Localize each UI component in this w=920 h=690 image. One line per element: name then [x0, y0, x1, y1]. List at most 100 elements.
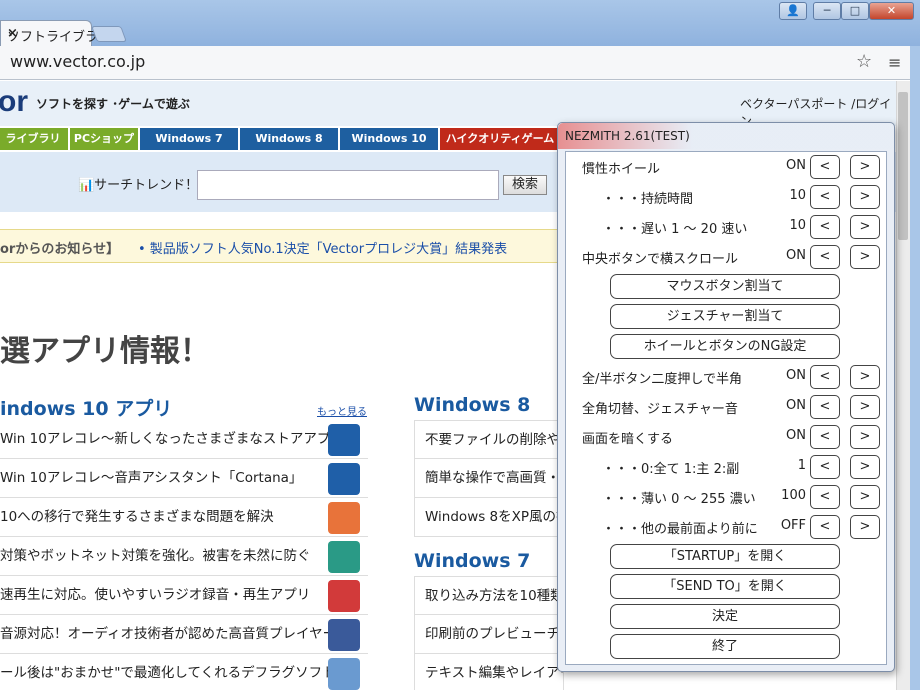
list-item[interactable]: ール後は"おまかせ"で最適化してくれるデフラグソフト	[0, 654, 368, 690]
dialog-action-button[interactable]: 「STARTUP」を開く	[610, 544, 840, 569]
search-input[interactable]	[197, 170, 499, 200]
increase-button[interactable]: >	[850, 155, 880, 179]
browser-tab[interactable]: ソフトライブラリ ×	[0, 20, 111, 46]
nav-tab[interactable]: Windows 8	[240, 128, 338, 150]
increase-button[interactable]: >	[850, 455, 880, 479]
new-tab-button[interactable]	[91, 26, 127, 42]
windows8-section-title[interactable]: Windows 8	[414, 394, 530, 416]
list-item[interactable]: 対策やボットネット対策を強化。被害を未然に防ぐ	[0, 537, 368, 576]
increase-button[interactable]: >	[850, 185, 880, 209]
windows10-section-title[interactable]: indows 10 アプリ	[0, 394, 172, 421]
list-item[interactable]: 取り込み方法を10種類	[414, 576, 564, 615]
site-logo[interactable]: or	[0, 85, 28, 119]
search-button[interactable]: 検索	[503, 175, 547, 195]
notice-link[interactable]: • 製品版ソフト人気No.1決定「Vectorプロレジ大賞」結果発表	[138, 238, 507, 257]
search-trend-label[interactable]: 📊サーチトレンド！	[78, 174, 198, 193]
list-item[interactable]: テキスト編集やレイアウ	[414, 654, 564, 690]
list-item-text: ール後は"おまかせ"で最適化してくれるデフラグソフト	[0, 665, 336, 681]
setting-row: 全角切替、ジェスチャー音 ON < >	[566, 392, 886, 422]
list-item[interactable]: Win 10アレコレ～音声アシスタント「Cortana」	[0, 459, 368, 498]
more-link[interactable]: もっと見る	[317, 403, 367, 418]
decrease-button[interactable]: <	[810, 485, 840, 509]
scrollbar-thumb[interactable]	[898, 92, 908, 240]
setting-label: 全角切替、ジェスチャー音	[582, 402, 738, 417]
minimize-button[interactable]: ─	[813, 2, 841, 20]
app-icon	[328, 619, 360, 651]
setting-value: ON	[786, 158, 806, 173]
setting-label: ・・・遅い 1 ～ 20 速い	[602, 222, 748, 237]
list-item[interactable]: 音源対応！オーディオ技術者が認めた高音質プレイヤー	[0, 615, 368, 654]
increase-button[interactable]: >	[850, 365, 880, 389]
increase-button[interactable]: >	[850, 515, 880, 539]
list-item[interactable]: 簡単な操作で高画質・	[414, 459, 564, 498]
decrease-button[interactable]: <	[810, 515, 840, 539]
dialog-action-button[interactable]: 「SEND TO」を開く	[610, 574, 840, 599]
bookmark-star-icon[interactable]: ☆	[856, 51, 872, 72]
nav-tab[interactable]: Windows 10	[340, 128, 438, 150]
increase-button[interactable]: >	[850, 245, 880, 269]
setting-value: OFF	[780, 518, 806, 533]
dialog-action-button[interactable]: 決定	[610, 604, 840, 629]
increase-button[interactable]: >	[850, 395, 880, 419]
setting-value: ON	[786, 398, 806, 413]
list-item[interactable]: Win 10アレコレ～新しくなったさまざまなストアアプリ	[0, 420, 368, 459]
app-icon	[328, 541, 360, 573]
maximize-button[interactable]: □	[841, 2, 869, 20]
setting-row: ・・・遅い 1 ～ 20 速い 10 < >	[566, 212, 886, 242]
setting-label: ・・・持続時間	[602, 192, 694, 207]
nav-tab[interactable]: Windows 7	[140, 128, 238, 150]
setting-row: 画面を暗くする ON < >	[566, 422, 886, 452]
dialog-action-button[interactable]: ホイールとボタンのNG設定	[610, 334, 840, 359]
windows7-section-title[interactable]: Windows 7	[414, 550, 530, 572]
decrease-button[interactable]: <	[810, 185, 840, 209]
increase-button[interactable]: >	[850, 485, 880, 509]
browser-toolbar: www.vector.co.jp ☆ ≡	[0, 46, 920, 80]
app-icon	[328, 658, 360, 690]
list-item[interactable]: 10への移行で発生するさまざまな問題を解決	[0, 498, 368, 537]
dialog-action-button[interactable]: ジェスチャー割当て	[610, 304, 840, 329]
app-icon	[328, 463, 360, 495]
list-item[interactable]: 速再生に対応。使いやすいラジオ録音・再生アプリ	[0, 576, 368, 615]
setting-row: 慣性ホイール ON < >	[566, 152, 886, 182]
browser-titlebar: ソフトライブラリ × 👤 ─ □ ✕	[0, 0, 920, 46]
setting-label: 慣性ホイール	[582, 162, 661, 177]
decrease-button[interactable]: <	[810, 455, 840, 479]
setting-value: 1	[797, 458, 806, 473]
address-bar[interactable]: www.vector.co.jp	[10, 52, 145, 71]
nav-tab[interactable]: ライブラリ	[0, 128, 68, 150]
decrease-button[interactable]: <	[810, 245, 840, 269]
profile-icon[interactable]: 👤	[779, 2, 807, 20]
dialog-action-row: マウスボタン割当て	[566, 272, 886, 302]
setting-row: ・・・他の最前面より前に OFF < >	[566, 512, 886, 542]
setting-value: ON	[786, 428, 806, 443]
setting-row: ・・・持続時間 10 < >	[566, 182, 886, 212]
list-item[interactable]: Windows 8をXP風の操	[414, 498, 564, 537]
increase-button[interactable]: >	[850, 215, 880, 239]
dialog-action-button[interactable]: 終了	[610, 634, 840, 659]
notice-label: orからのお知らせ】	[0, 242, 120, 257]
list-item[interactable]: 不要ファイルの削除や	[414, 420, 564, 459]
dialog-action-row: 「SEND TO」を開く	[566, 572, 886, 602]
decrease-button[interactable]: <	[810, 365, 840, 389]
notice-bar: orからのお知らせ】 • 製品版ソフト人気No.1決定「Vectorプロレジ大賞…	[0, 229, 560, 263]
dialog-titlebar[interactable]: NEZMITH 2.61(TEST)	[558, 123, 894, 149]
setting-row: ・・・薄い 0 ～ 255 濃い 100 < >	[566, 482, 886, 512]
decrease-button[interactable]: <	[810, 425, 840, 449]
setting-row: 中央ボタンで横スクロール ON < >	[566, 242, 886, 272]
decrease-button[interactable]: <	[810, 215, 840, 239]
tab-close-icon[interactable]: ×	[7, 26, 18, 41]
setting-value: ON	[786, 368, 806, 383]
list-item[interactable]: 印刷前のプレビューチ	[414, 615, 564, 654]
increase-button[interactable]: >	[850, 425, 880, 449]
nav-tab[interactable]: PCショップ	[70, 128, 138, 150]
close-window-button[interactable]: ✕	[869, 2, 914, 20]
dialog-action-button[interactable]: マウスボタン割当て	[610, 274, 840, 299]
decrease-button[interactable]: <	[810, 395, 840, 419]
decrease-button[interactable]: <	[810, 155, 840, 179]
setting-label: ・・・薄い 0 ～ 255 濃い	[602, 492, 756, 507]
nav-tab[interactable]: ハイクオリティゲーム	[440, 128, 560, 150]
setting-row: 全/半ボタン二度押しで半角 ON < >	[566, 362, 886, 392]
list-item-text: Win 10アレコレ～新しくなったさまざまなストアアプリ	[0, 431, 344, 447]
browser-menu-icon[interactable]: ≡	[888, 53, 901, 72]
setting-label: ・・・0:全て 1:主 2:副	[602, 462, 740, 477]
